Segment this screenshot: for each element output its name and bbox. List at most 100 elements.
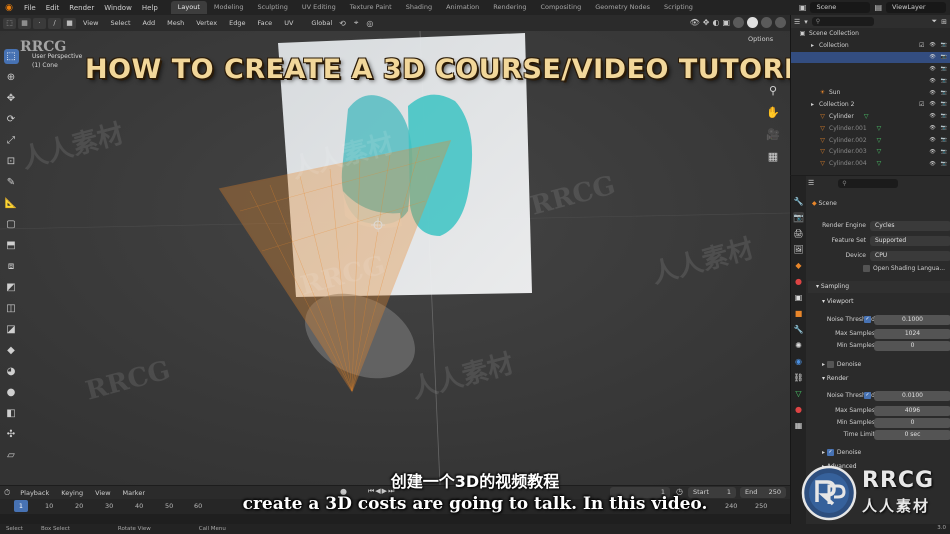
menu-file[interactable]: File xyxy=(19,4,41,12)
constraints-tab-icon[interactable]: ⛓ xyxy=(793,372,804,383)
select-box-tool-icon[interactable]: ⬚ xyxy=(3,49,19,64)
eye-icon[interactable]: 👁 xyxy=(929,113,935,119)
view-layer-icon[interactable]: ▤ xyxy=(874,3,882,12)
proportional-edit-icon[interactable]: ◎ xyxy=(366,19,373,28)
render-camera-icon[interactable]: 📷 xyxy=(941,78,947,84)
funnel-icon[interactable]: ⏷ xyxy=(932,17,938,26)
scene-icon[interactable]: ▣ xyxy=(799,3,807,12)
measure-tool-icon[interactable]: 📐 xyxy=(4,196,19,211)
material-tab-icon[interactable]: ● xyxy=(793,404,804,415)
eye-icon[interactable]: 👁 xyxy=(929,66,935,72)
sampling-panel-header[interactable]: ▾ Sampling xyxy=(808,281,950,293)
render-camera-icon[interactable]: 📷 xyxy=(941,113,947,119)
exclude-checkbox-icon[interactable]: ☑ xyxy=(919,42,924,49)
r-denoise-row[interactable]: ▸ ✓ Denoise xyxy=(808,447,950,459)
vp-menu-add[interactable]: Add xyxy=(138,19,161,27)
render-engine-select[interactable]: Cycles xyxy=(870,221,950,231)
vp-max-samples-field[interactable]: 1024 xyxy=(874,329,950,339)
menu-render[interactable]: Render xyxy=(64,4,99,12)
pivot-icon[interactable]: ⟲ xyxy=(339,19,346,28)
feature-set-select[interactable]: Supported xyxy=(870,236,950,246)
mesh-data-icon[interactable]: ▽ xyxy=(877,148,882,155)
vp-menu-view[interactable]: View xyxy=(78,19,103,27)
solid-shading-icon[interactable] xyxy=(747,17,758,28)
camera-icon[interactable]: 🎥 xyxy=(766,127,780,141)
new-collection-icon[interactable]: ⊞ xyxy=(941,18,947,26)
render-tab-icon[interactable]: 📷 xyxy=(793,212,804,223)
vp-noise-threshold-field[interactable]: 0.1000 xyxy=(874,315,950,325)
shrink-fatten-tool-icon[interactable]: ✣ xyxy=(4,427,19,442)
grid-icon[interactable]: ▦ xyxy=(766,149,780,163)
physics-tab-icon[interactable]: ◉ xyxy=(793,356,804,367)
mesh-data-icon[interactable]: ▽ xyxy=(877,125,882,132)
vp-noise-threshold-checkbox[interactable]: ✓ xyxy=(864,316,871,323)
particles-tab-icon[interactable]: ✺ xyxy=(793,340,804,351)
vp-menu-mesh[interactable]: Mesh xyxy=(162,19,189,27)
options-button[interactable]: Options xyxy=(748,35,773,43)
tab-scripting[interactable]: Scripting xyxy=(657,1,700,14)
transform-orientation-selector[interactable]: Global xyxy=(306,19,337,27)
outliner-row[interactable]: 👁 📷 xyxy=(791,51,950,64)
vp-menu-edge[interactable]: Edge xyxy=(224,19,250,27)
texture-tab-icon[interactable]: ▦ xyxy=(793,420,804,431)
shear-tool-icon[interactable]: ▱ xyxy=(4,448,19,463)
scene-selector[interactable]: Scene xyxy=(810,2,871,13)
face-select-icon[interactable]: ■ xyxy=(63,17,76,29)
render-camera-icon[interactable]: 📷 xyxy=(941,125,947,131)
overlay-icon[interactable]: ◐ xyxy=(712,18,719,27)
vp-menu-uv[interactable]: UV xyxy=(279,19,298,27)
outliner-row[interactable]: 👁 📷 xyxy=(791,63,950,75)
transform-tool-icon[interactable]: ⊡ xyxy=(4,154,19,169)
annotate-tool-icon[interactable]: ✎ xyxy=(4,175,19,190)
properties-search-input[interactable]: ⚲ xyxy=(838,178,899,188)
rotate-tool-icon[interactable]: ⟳ xyxy=(4,112,19,127)
outliner-search-input[interactable]: ⚲ xyxy=(811,17,874,26)
viewport-subpanel-header[interactable]: ▾ Viewport xyxy=(808,296,950,308)
eye-icon[interactable]: 👁 xyxy=(929,137,935,143)
render-camera-icon[interactable]: 📷 xyxy=(941,101,947,108)
vp-denoise-checkbox[interactable] xyxy=(826,361,834,368)
spin-tool-icon[interactable]: ◕ xyxy=(4,364,19,379)
vertex-select-icon[interactable]: · xyxy=(33,17,46,29)
outliner-row[interactable]: ▽ Cylinder ▽ 👁 📷 xyxy=(791,111,950,123)
mesh-data-icon[interactable]: ▽ xyxy=(864,113,869,120)
outliner-row[interactable]: ▽ Cylinder.001 ▽ 👁 📷 xyxy=(791,122,950,134)
view-layer-selector[interactable]: ViewLayer xyxy=(886,2,946,13)
render-camera-icon[interactable]: 📷 xyxy=(941,149,947,155)
editor-type-icon[interactable]: ⬚ xyxy=(3,17,16,29)
r-denoise-checkbox[interactable]: ✓ xyxy=(826,449,834,456)
data-tab-icon[interactable]: ▽ xyxy=(793,388,804,399)
tab-layout[interactable]: Layout xyxy=(170,1,207,14)
outliner-row[interactable]: ▽ Cylinder.004 ▽ 👁 📷 xyxy=(791,158,950,170)
add-cube-tool-icon[interactable]: ▢ xyxy=(4,217,19,232)
timeline-body[interactable] xyxy=(0,514,790,524)
r-denoise-toggle[interactable]: ▸ ✓ Denoise xyxy=(822,449,861,456)
time-limit-field[interactable]: 0 sec xyxy=(874,430,950,440)
render-camera-icon[interactable]: 📷 xyxy=(941,161,947,167)
render-camera-icon[interactable]: 📷 xyxy=(941,66,947,72)
eye-icon[interactable]: 👁 xyxy=(929,54,935,60)
world-tab-icon[interactable]: ● xyxy=(793,276,804,287)
mesh-data-icon[interactable]: ▽ xyxy=(877,160,882,167)
bevel-tool-icon[interactable]: ◩ xyxy=(4,280,19,295)
inset-tool-icon[interactable]: ⧈ xyxy=(4,259,19,274)
filter-icon[interactable]: ▾ xyxy=(804,18,808,26)
collection-tab-icon[interactable]: ▣ xyxy=(793,292,804,303)
outliner-row[interactable]: ▣ Scene Collection xyxy=(791,28,950,40)
smooth-tool-icon[interactable]: ● xyxy=(4,385,19,400)
outliner-row[interactable]: ▽ Cylinder.003 ▽ 👁 📷 xyxy=(791,146,950,158)
eye-icon[interactable]: 👁 xyxy=(929,78,935,84)
zoom-icon[interactable]: ⚲ xyxy=(766,83,780,97)
render-subpanel-header[interactable]: ▾ Render xyxy=(808,373,950,385)
gizmo-icon[interactable]: ✥ xyxy=(703,18,710,27)
eye-icon[interactable]: 👁 xyxy=(929,161,935,167)
mesh-data-icon[interactable]: ▽ xyxy=(877,137,882,144)
render-camera-icon[interactable]: 📷 xyxy=(941,54,947,60)
tool-tab-icon[interactable]: 🔧 xyxy=(793,196,804,207)
eye-icon[interactable]: 👁 xyxy=(929,101,935,108)
tab-compositing[interactable]: Compositing xyxy=(533,1,588,14)
tab-sculpting[interactable]: Sculpting xyxy=(250,1,294,14)
exclude-checkbox-icon[interactable]: ☑ xyxy=(919,101,924,108)
eye-icon[interactable]: 👁 xyxy=(929,90,935,96)
outliner-row[interactable]: ▸ Collection 2 ☑ 👁 📷 xyxy=(791,99,950,111)
